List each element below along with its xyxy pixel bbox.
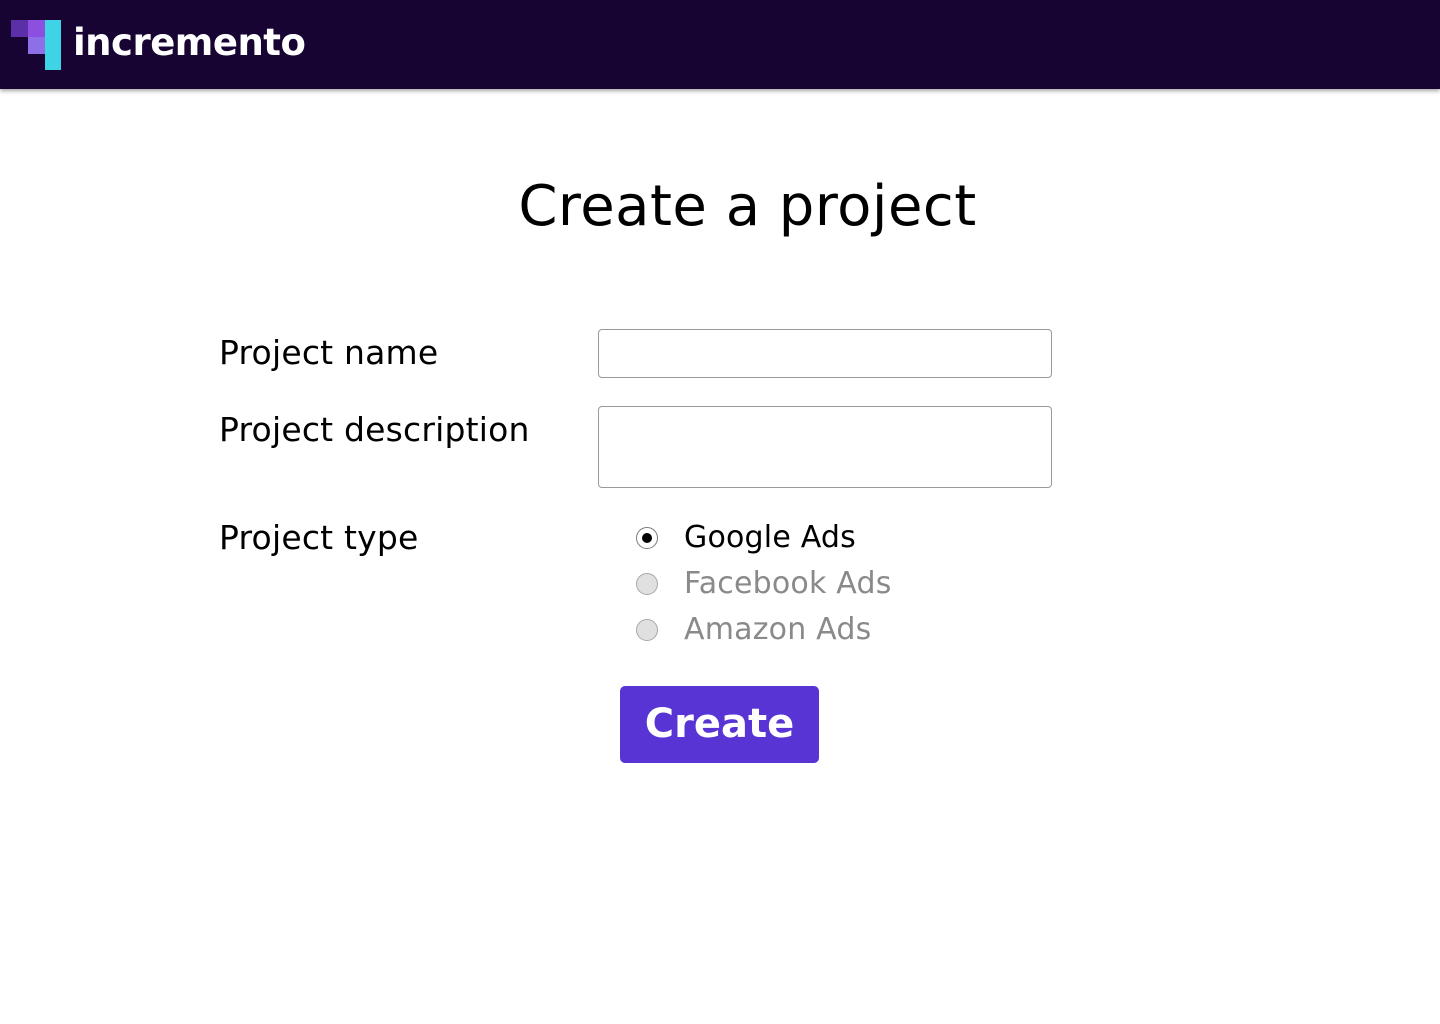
google-ads-label[interactable]: Google Ads xyxy=(684,518,856,558)
project-name-label: Project name xyxy=(219,333,439,372)
brand-name: incremento xyxy=(73,21,306,64)
page-title: Create a project xyxy=(518,174,977,239)
amazon-ads-label: Amazon Ads xyxy=(684,612,872,647)
project-name-input[interactable] xyxy=(598,329,1052,378)
project-description-label: Project description xyxy=(219,410,530,449)
radio-option-facebook-ads: Facebook Ads xyxy=(636,564,892,604)
amazon-ads-radio xyxy=(636,619,658,641)
radio-option-google-ads[interactable]: Google Ads xyxy=(636,518,856,558)
facebook-ads-radio xyxy=(636,573,658,595)
project-description-input[interactable] xyxy=(598,406,1052,488)
incremento-logo-icon xyxy=(11,20,61,70)
project-type-label: Project type xyxy=(219,518,419,557)
radio-option-amazon-ads: Amazon Ads xyxy=(636,610,871,650)
google-ads-radio[interactable] xyxy=(636,527,658,549)
brand-logo[interactable]: incremento xyxy=(11,20,331,70)
top-navigation-bar: incremento xyxy=(0,0,1440,89)
facebook-ads-label: Facebook Ads xyxy=(684,566,892,601)
create-button[interactable]: Create xyxy=(620,686,819,763)
